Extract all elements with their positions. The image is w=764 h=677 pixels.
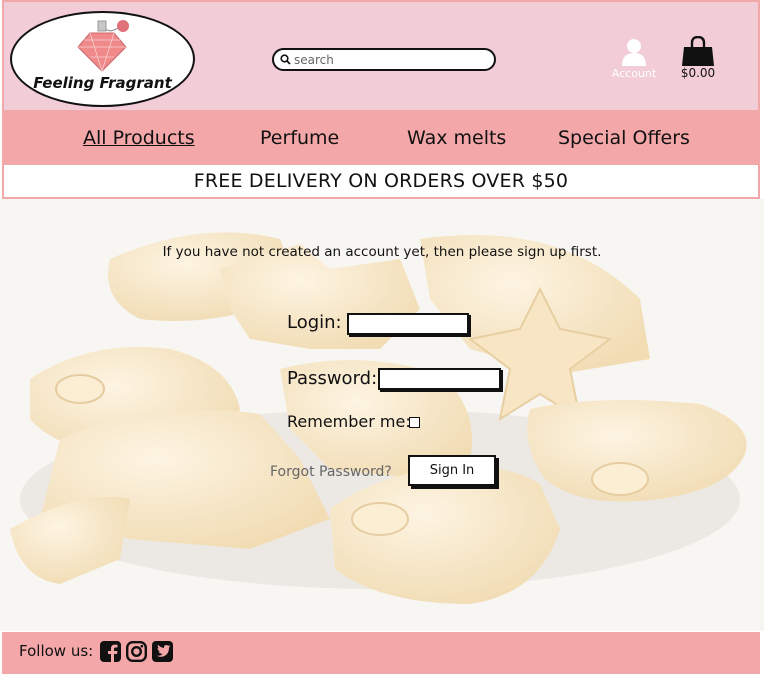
site-header: Feeling Fragrant Account $0.00	[2, 0, 760, 112]
sign-in-button[interactable]: Sign In	[408, 455, 496, 486]
cart-link[interactable]: $0.00	[676, 36, 720, 80]
search-icon	[280, 54, 291, 65]
nav-perfume[interactable]: Perfume	[260, 127, 339, 149]
remember-me-label: Remember me:	[287, 412, 411, 431]
signup-notice: If you have not created an account yet, …	[162, 244, 602, 260]
facebook-icon[interactable]	[100, 641, 121, 662]
remember-me-checkbox[interactable]	[409, 417, 420, 428]
site-footer: Follow us:	[2, 632, 760, 674]
login-label: Login:	[287, 312, 342, 333]
delivery-banner: FREE DELIVERY ON ORDERS OVER $50	[2, 163, 760, 199]
twitter-icon[interactable]	[152, 641, 173, 662]
main-nav: All Products Perfume Wax melts Special O…	[2, 112, 760, 163]
nav-all-products[interactable]: All Products	[83, 127, 195, 149]
login-input[interactable]	[347, 313, 469, 335]
logo[interactable]: Feeling Fragrant	[10, 11, 195, 107]
logo-text: Feeling Fragrant	[33, 74, 172, 92]
nav-special-offers[interactable]: Special Offers	[558, 127, 690, 149]
cart-total: $0.00	[680, 66, 716, 80]
password-input[interactable]	[378, 368, 501, 390]
perfume-bottle-icon	[77, 20, 129, 72]
instagram-icon[interactable]	[126, 641, 147, 662]
account-label: Account	[611, 67, 657, 80]
search-box[interactable]	[272, 48, 496, 71]
password-label: Password:	[287, 368, 378, 389]
search-input[interactable]	[294, 51, 484, 68]
user-icon	[622, 39, 646, 66]
nav-wax-melts[interactable]: Wax melts	[407, 127, 506, 149]
follow-us-label: Follow us:	[19, 642, 94, 660]
login-section: If you have not created an account yet, …	[0, 199, 764, 631]
shopping-bag-icon	[682, 36, 714, 66]
account-link[interactable]: Account	[604, 38, 664, 80]
forgot-password-link[interactable]: Forgot Password?	[270, 464, 392, 480]
